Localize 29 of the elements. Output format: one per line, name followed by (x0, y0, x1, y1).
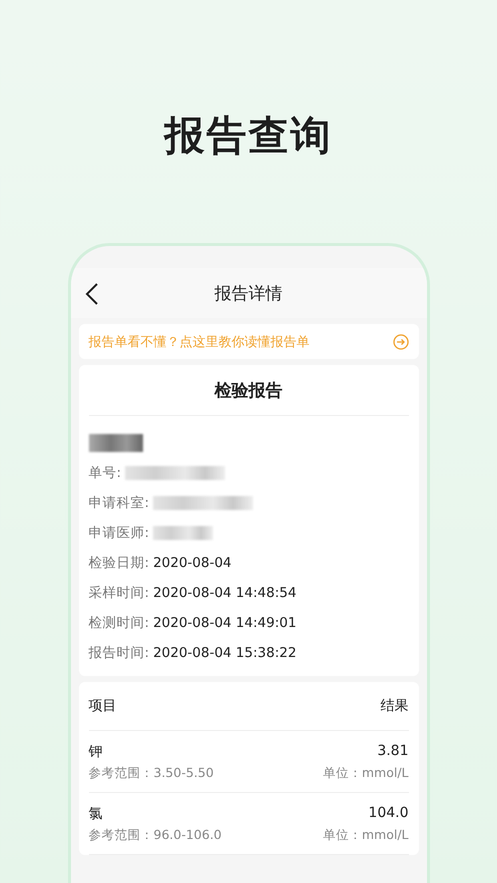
item-unit: 单位：mmol/L (322, 827, 408, 844)
nav-title: 报告详情 (214, 282, 282, 304)
column-header: 结果 (380, 697, 408, 715)
field-label: 申请医师: (88, 524, 150, 542)
field-label: 采样时间: (88, 584, 150, 602)
field-value: 2020-08-04 14:49:01 (153, 615, 296, 631)
field-label: 检验日期: (88, 554, 150, 572)
help-banner[interactable]: 报告单看不懂？点这里教你读懂报告单 (78, 324, 418, 359)
banner-text: 报告单看不懂？点这里教你读懂报告单 (88, 334, 310, 350)
report-title: 检验报告 (88, 365, 408, 416)
reference-range: 参考范围：96.0-106.0 (88, 827, 223, 844)
field-value: 2020-08-04 14:48:54 (153, 585, 296, 601)
page-headline: 报告查询 (164, 112, 332, 161)
item-result: 3.81 (376, 743, 408, 761)
redacted-value (153, 526, 214, 540)
reference-range: 参考范围：3.50-5.50 (88, 765, 215, 782)
field-value: 2020-08-04 (153, 555, 232, 571)
item-name: 钾 (88, 743, 104, 761)
item-unit: 单位：mmol/L (322, 765, 408, 782)
field-value: 2020-08-04 15:38:22 (153, 645, 296, 661)
field-label: 申请科室: (88, 494, 150, 512)
field-label: 检测时间: (88, 614, 150, 632)
column-header: 项目 (88, 697, 116, 715)
arrow-circle-icon (392, 334, 408, 350)
field-label: 单号: (88, 464, 122, 482)
back-icon[interactable] (84, 283, 98, 305)
item-result: 104.0 (367, 805, 408, 823)
item-name: 氯 (88, 805, 104, 823)
field-label: 报告时间: (88, 644, 150, 662)
